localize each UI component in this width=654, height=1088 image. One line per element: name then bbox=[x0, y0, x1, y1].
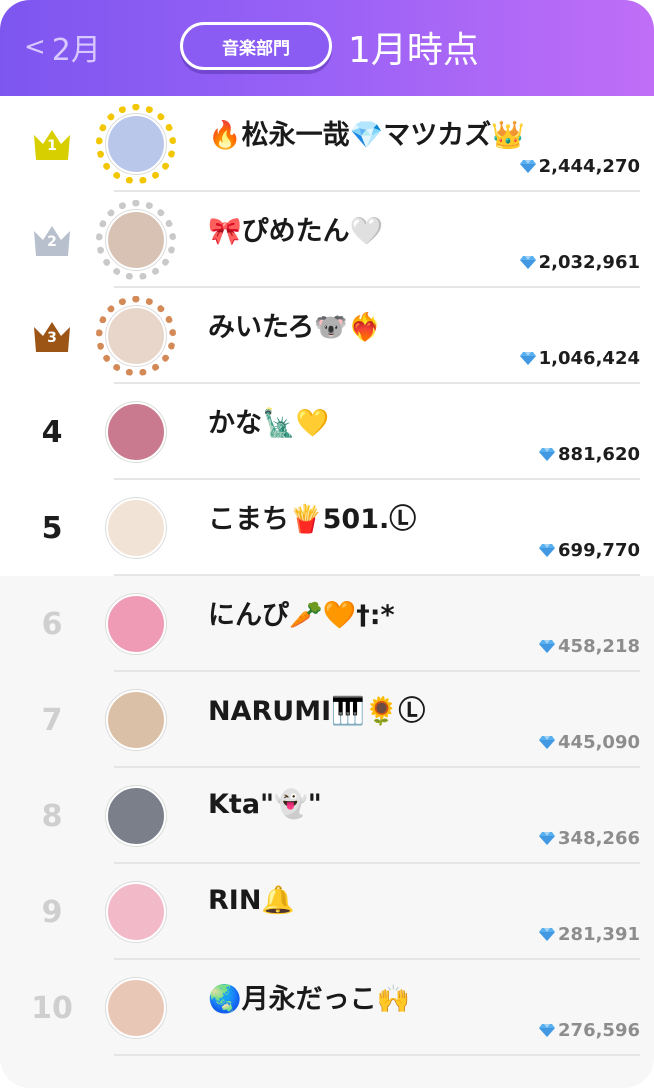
ranking-row-7[interactable]: 7 NARUMI🎹🌻Ⓛ 445,090 bbox=[0, 672, 654, 768]
streamer-name: こまち🍟501.Ⓛ bbox=[208, 503, 417, 535]
ranking-row-8[interactable]: 8 Kta"👻" 348,266 bbox=[0, 768, 654, 864]
ranking-card: < 2月 音楽部門 1月時点 1 🔥松永一哉💎マツカズ👑 2,444,270 2 🎀ぴめ… bbox=[0, 0, 654, 1088]
diamond-icon bbox=[539, 543, 558, 557]
rank-number: 2 bbox=[47, 234, 57, 250]
score-value: 281,391 bbox=[558, 923, 640, 945]
ranking-row-1[interactable]: 1 🔥松永一哉💎マツカズ👑 2,444,270 bbox=[0, 96, 654, 192]
streamer-name: みいたろ🐨❤️‍🔥 bbox=[208, 311, 382, 343]
avatar[interactable] bbox=[106, 402, 166, 462]
rank-number: 10 bbox=[31, 990, 73, 1026]
score-value: 1,046,424 bbox=[538, 347, 640, 369]
ranking-row-6[interactable]: 6 にんぴ🥕🧡†:* 458,218 bbox=[0, 576, 654, 672]
ranking-list: 1 🔥松永一哉💎マツカズ👑 2,444,270 2 🎀ぴめたん🤍 2,032,961 3 みい… bbox=[0, 96, 654, 1088]
crown-bronze-icon: 3 bbox=[32, 318, 72, 354]
rank-badge: 4 bbox=[0, 404, 104, 460]
score: 276,596 bbox=[539, 1018, 640, 1042]
score: 2,032,961 bbox=[519, 250, 640, 274]
streamer-name: Kta"👻" bbox=[208, 789, 322, 820]
score-value: 276,596 bbox=[558, 1019, 640, 1041]
rank-badge: 9 bbox=[0, 884, 104, 940]
score-value: 458,218 bbox=[558, 635, 640, 657]
diamond-icon bbox=[539, 639, 558, 653]
page-title: 1月時点 bbox=[348, 30, 479, 71]
rank-badge: 2 bbox=[0, 212, 104, 268]
ranking-row-2[interactable]: 2 🎀ぴめたん🤍 2,032,961 bbox=[0, 192, 654, 288]
rank-number: 7 bbox=[41, 702, 63, 738]
rank-number: 5 bbox=[41, 510, 63, 546]
score-value: 2,032,961 bbox=[538, 251, 640, 273]
score-value: 881,620 bbox=[558, 443, 640, 465]
avatar[interactable] bbox=[106, 498, 166, 558]
score: 445,090 bbox=[539, 730, 640, 754]
score: 699,770 bbox=[539, 538, 640, 562]
streamer-name: かな🗽💛 bbox=[208, 407, 330, 439]
avatar[interactable] bbox=[106, 690, 166, 750]
avatar[interactable] bbox=[106, 882, 166, 942]
diamond-icon bbox=[539, 831, 558, 845]
rank-number: 4 bbox=[41, 414, 63, 450]
avatar[interactable] bbox=[106, 210, 166, 270]
previous-month-button[interactable]: < 2月 bbox=[24, 24, 101, 70]
streamer-name: にんぴ🥕🧡†:* bbox=[208, 599, 395, 631]
streamer-name: 🎀ぴめたん🤍 bbox=[208, 215, 384, 247]
rank-badge: 5 bbox=[0, 500, 104, 556]
ranking-header: < 2月 音楽部門 1月時点 bbox=[0, 0, 654, 96]
score: 1,046,424 bbox=[519, 346, 640, 370]
diamond-icon bbox=[519, 159, 539, 173]
ranking-row-10[interactable]: 10 🌏月永だっこ🙌 276,596 bbox=[0, 960, 654, 1056]
score: 281,391 bbox=[539, 922, 640, 946]
ranking-row-3[interactable]: 3 みいたろ🐨❤️‍🔥 1,046,424 bbox=[0, 288, 654, 384]
score: 2,444,270 bbox=[519, 154, 640, 178]
diamond-icon bbox=[539, 1023, 558, 1037]
diamond-icon bbox=[519, 351, 539, 365]
rank-badge: 10 bbox=[0, 980, 104, 1036]
score-value: 2,444,270 bbox=[538, 155, 640, 177]
diamond-icon bbox=[539, 447, 558, 461]
crown-gold-icon: 1 bbox=[32, 126, 72, 162]
score-value: 699,770 bbox=[558, 539, 640, 561]
streamer-name: 🔥松永一哉💎マツカズ👑 bbox=[208, 119, 525, 151]
rank-number: 6 bbox=[41, 606, 63, 642]
rank-number: 9 bbox=[41, 894, 63, 930]
diamond-icon bbox=[539, 927, 558, 941]
diamond-icon bbox=[539, 735, 558, 749]
crown-silver-icon: 2 bbox=[32, 222, 72, 258]
score: 458,218 bbox=[539, 634, 640, 658]
streamer-name: NARUMI🎹🌻Ⓛ bbox=[208, 695, 426, 727]
avatar[interactable] bbox=[106, 306, 166, 366]
previous-month-label: 2月 bbox=[51, 33, 101, 68]
diamond-icon bbox=[519, 255, 539, 269]
chevron-left-icon: < bbox=[24, 32, 46, 62]
rank-badge: 8 bbox=[0, 788, 104, 844]
ranking-row-9[interactable]: 9 RIN🔔 281,391 bbox=[0, 864, 654, 960]
row-divider bbox=[114, 1054, 640, 1056]
avatar[interactable] bbox=[106, 594, 166, 654]
score: 348,266 bbox=[539, 826, 640, 850]
rank-badge: 6 bbox=[0, 596, 104, 652]
streamer-name: 🌏月永だっこ🙌 bbox=[208, 983, 411, 1015]
rank-number: 1 bbox=[47, 138, 57, 154]
ranking-row-4[interactable]: 4 かな🗽💛 881,620 bbox=[0, 384, 654, 480]
score-value: 445,090 bbox=[558, 731, 640, 753]
avatar[interactable] bbox=[106, 786, 166, 846]
score-value: 348,266 bbox=[558, 827, 640, 849]
rank-badge: 1 bbox=[0, 116, 104, 172]
streamer-name: RIN🔔 bbox=[208, 885, 296, 916]
score: 881,620 bbox=[539, 442, 640, 466]
avatar[interactable] bbox=[106, 978, 166, 1038]
ranking-row-5[interactable]: 5 こまち🍟501.Ⓛ 699,770 bbox=[0, 480, 654, 576]
rank-number: 8 bbox=[41, 798, 63, 834]
rank-badge: 7 bbox=[0, 692, 104, 748]
avatar[interactable] bbox=[106, 114, 166, 174]
category-pill[interactable]: 音楽部門 bbox=[180, 22, 332, 70]
rank-number: 3 bbox=[47, 330, 57, 346]
rank-badge: 3 bbox=[0, 308, 104, 364]
